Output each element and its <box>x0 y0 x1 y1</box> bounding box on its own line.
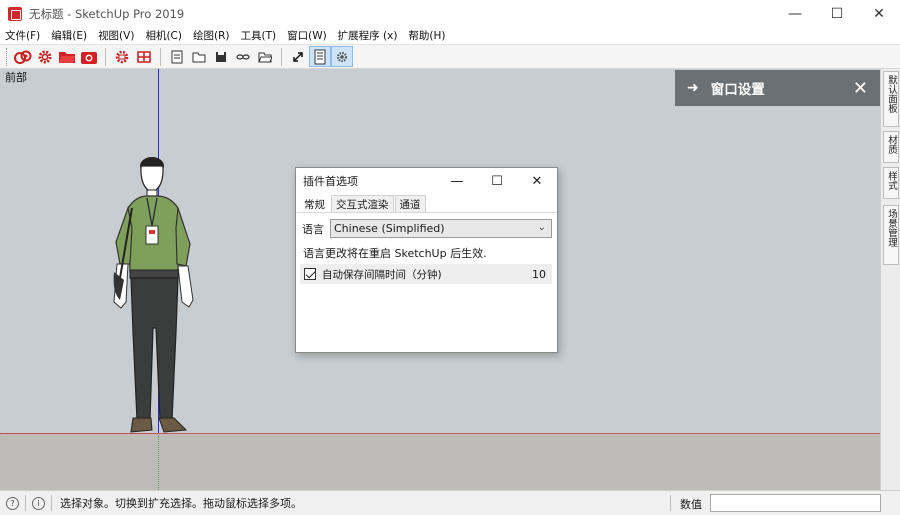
document-icon[interactable] <box>166 46 188 67</box>
menu-file[interactable]: 文件(F) <box>5 28 40 43</box>
tab-interactive-render[interactable]: 交互式渲染 <box>331 195 394 212</box>
side-tab-default-panel[interactable]: 默认面板 <box>883 71 899 127</box>
side-tab-strip: 默认面板 材质 样式 场景管理 <box>880 69 900 490</box>
window-title: 无标题 - SketchUp Pro 2019 <box>29 6 185 21</box>
unlink-icon[interactable] <box>232 46 254 67</box>
dialog-title: 插件首选项 <box>303 175 358 188</box>
scene-view-label: 前部 <box>5 71 27 84</box>
tab-channels[interactable]: 通道 <box>394 195 426 212</box>
toolbar-separator <box>105 47 106 66</box>
extension-manager-icon[interactable] <box>111 46 133 67</box>
menu-tools[interactable]: 工具(T) <box>240 28 276 43</box>
tab-general[interactable]: 常规 <box>299 195 330 212</box>
toolbar-separator <box>160 47 161 66</box>
side-tab-styles[interactable]: 样式 <box>883 167 899 199</box>
menu-extensions[interactable]: 扩展程序 (x) <box>338 28 398 43</box>
getting-started-icon[interactable] <box>12 46 34 67</box>
extension-warehouse-icon[interactable] <box>78 46 100 67</box>
sketchup-logo-icon <box>8 6 22 21</box>
open-file-icon[interactable] <box>254 46 276 67</box>
menu-help[interactable]: 帮助(H) <box>408 28 445 43</box>
resize-icon[interactable] <box>287 46 309 67</box>
dialog-close-button[interactable]: ✕ <box>518 168 556 194</box>
dialog-minimize-button[interactable]: — <box>438 168 476 194</box>
tray-close-button[interactable]: ✕ <box>853 78 868 99</box>
dialog-body: 语言 Chinese (Simplified) ⌄ 语言更改将在重启 Sketc… <box>297 212 557 351</box>
menu-draw[interactable]: 绘图(R) <box>193 28 230 43</box>
menu-edit[interactable]: 编辑(E) <box>51 28 87 43</box>
tray-header[interactable]: ➜ 窗口设置 ✕ <box>675 70 880 106</box>
minimize-button[interactable]: — <box>774 0 816 27</box>
window-controls: — ☐ ✕ <box>774 0 900 27</box>
autosave-label: 自动保存间隔时间（分钟) <box>322 268 442 281</box>
language-row: 语言 Chinese (Simplified) ⌄ <box>302 219 552 238</box>
autosave-interval-input[interactable]: 10 <box>532 268 546 281</box>
dialog-maximize-button[interactable]: ☐ <box>478 168 516 194</box>
info-icon[interactable]: i <box>32 496 45 510</box>
measurements-label: 数值 <box>680 498 702 511</box>
chevron-down-icon[interactable]: ⌄ <box>538 222 546 233</box>
title-bar: 无标题 - SketchUp Pro 2019 — ☐ ✕ <box>0 0 900 27</box>
status-separator <box>25 495 26 511</box>
toolbar-separator <box>281 47 282 66</box>
language-value: Chinese (Simplified) <box>334 222 445 235</box>
preferences-icon[interactable] <box>331 46 353 67</box>
geo-location-icon[interactable]: ? <box>6 496 19 510</box>
language-label: 语言 <box>302 222 324 236</box>
status-bar: ? i 选择对象。切换到扩充选择。拖动鼠标选择多项。 数值 <box>0 490 900 515</box>
dialog-tabs: 常规 交互式渲染 通道 <box>299 195 427 212</box>
menu-bar: 文件(F) 编辑(E) 视图(V) 相机(C) 绘图(R) 工具(T) 窗口(W… <box>0 27 900 44</box>
side-tab-scenes[interactable]: 场景管理 <box>883 205 899 265</box>
arrow-right-icon[interactable]: ➜ <box>687 80 699 96</box>
components-icon[interactable] <box>133 46 155 67</box>
menu-camera[interactable]: 相机(C) <box>145 28 182 43</box>
menu-window[interactable]: 窗口(W) <box>287 28 327 43</box>
status-message: 选择对象。切换到扩充选择。拖动鼠标选择多项。 <box>60 497 302 510</box>
side-tab-materials[interactable]: 材质 <box>883 131 899 163</box>
settings-gear-icon[interactable] <box>34 46 56 67</box>
save-icon[interactable] <box>210 46 232 67</box>
menu-view[interactable]: 视图(V) <box>98 28 134 43</box>
tray-title: 窗口设置 <box>710 82 765 98</box>
measurements-input[interactable] <box>710 494 881 512</box>
status-separator <box>670 495 671 511</box>
autosave-checkbox[interactable] <box>304 268 316 280</box>
maximize-button[interactable]: ☐ <box>816 0 858 27</box>
dialog-title-bar[interactable]: 插件首选项 — ☐ ✕ <box>296 168 557 194</box>
close-button[interactable]: ✕ <box>858 0 900 27</box>
status-separator <box>51 495 52 511</box>
language-select[interactable]: Chinese (Simplified) ⌄ <box>330 219 552 238</box>
open-folder-icon[interactable] <box>56 46 78 67</box>
outliner-icon[interactable] <box>309 46 331 67</box>
plugin-preferences-dialog: 插件首选项 — ☐ ✕ 常规 交互式渲染 通道 语言 Chinese (Simp… <box>295 167 558 353</box>
language-restart-note: 语言更改将在重启 SketchUp 后生效. <box>303 247 487 260</box>
autosave-row: 自动保存间隔时间（分钟) 10 <box>300 264 552 284</box>
person-figure[interactable] <box>106 152 206 452</box>
toolbar-grip[interactable] <box>6 47 8 66</box>
folder-icon[interactable] <box>188 46 210 67</box>
toolbar <box>0 44 900 69</box>
